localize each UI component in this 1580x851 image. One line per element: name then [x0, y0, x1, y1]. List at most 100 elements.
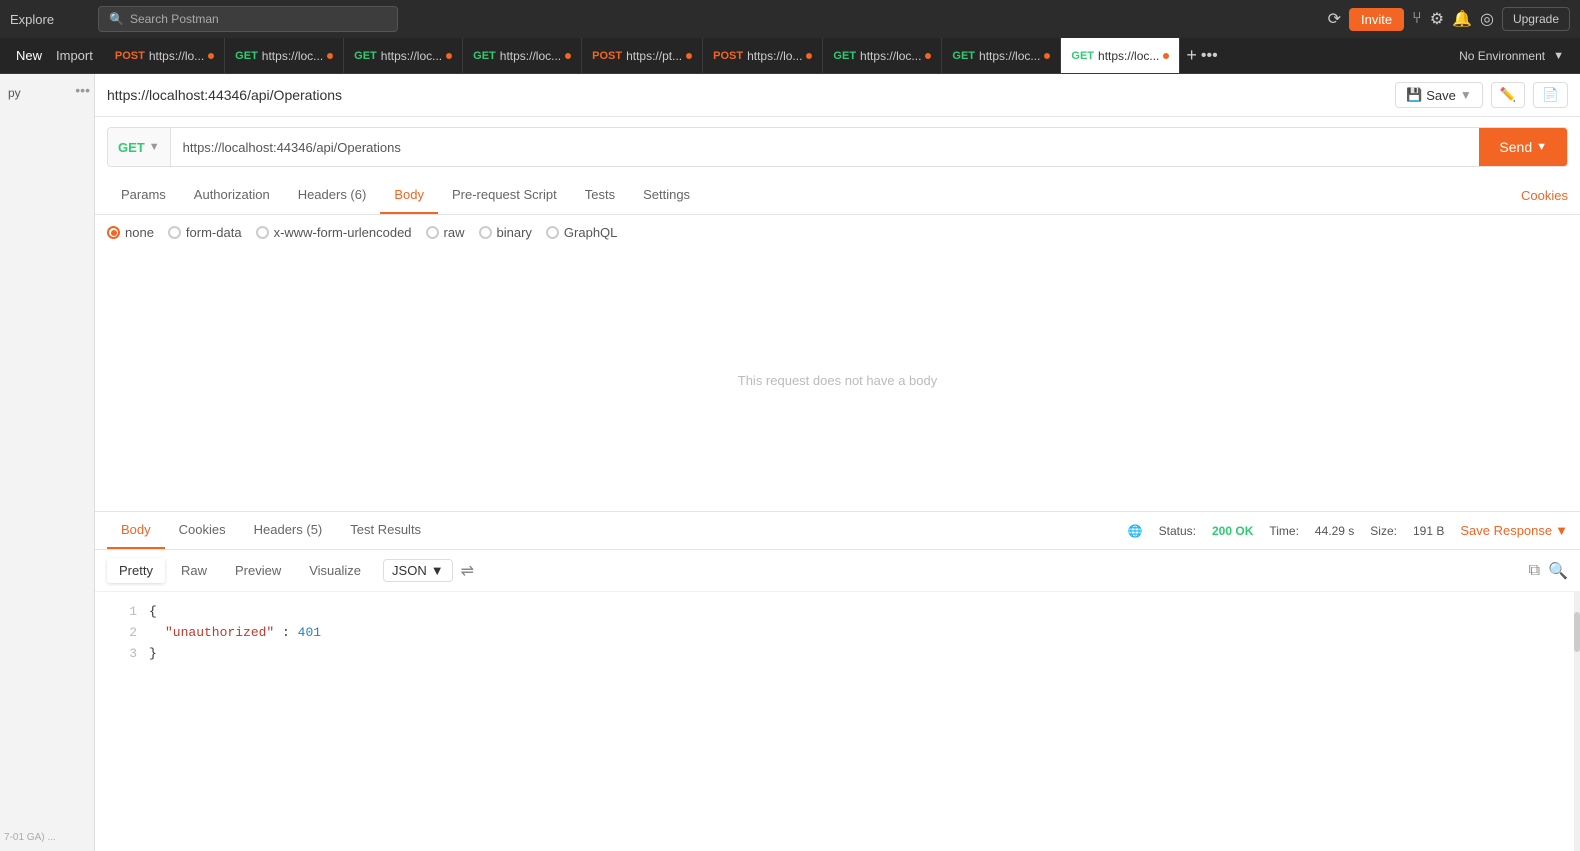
format-tab-raw[interactable]: Raw: [169, 558, 219, 583]
option-raw[interactable]: raw: [426, 225, 465, 240]
sidebar: ••• py 7-01 GA) ...: [0, 74, 95, 851]
wrap-icon[interactable]: ⇌: [461, 561, 474, 581]
tab-7[interactable]: GET https://loc...: [942, 38, 1061, 74]
scrollbar-thumb: [1574, 612, 1580, 652]
json-key-unauthorized: "unauthorized" : 401: [165, 623, 321, 644]
tab-url-1: https://loc...: [262, 49, 323, 63]
response-body: 1 { 2 "unauthorized" : 401 3 }: [95, 592, 1580, 674]
new-tab-button[interactable]: +: [1186, 45, 1197, 66]
option-urlencoded[interactable]: x-www-form-urlencoded: [256, 225, 412, 240]
option-none[interactable]: none: [107, 225, 154, 240]
option-binary-label: binary: [497, 225, 532, 240]
option-graphql[interactable]: GraphQL: [546, 225, 617, 240]
request-tabs: Params Authorization Headers (6) Body Pr…: [95, 177, 1580, 215]
code-line-2: 2 "unauthorized" : 401: [107, 623, 1568, 644]
save-response-chevron-icon: ▼: [1555, 523, 1568, 538]
tab-dot-3: [565, 53, 571, 59]
format-tab-pretty[interactable]: Pretty: [107, 558, 165, 583]
bell-icon[interactable]: 🔔: [1452, 9, 1472, 29]
status-label: Status:: [1159, 524, 1196, 538]
radio-raw: [426, 226, 439, 239]
line-num-1: 1: [107, 602, 137, 623]
response-format-bar: Pretty Raw Preview Visualize JSON ▼ ⇌ ⧉ …: [95, 550, 1580, 592]
code-line-1: 1 {: [107, 602, 1568, 623]
tab-tests[interactable]: Tests: [571, 177, 629, 214]
tab-bar: New Import POST https://lo... GET https:…: [0, 38, 1580, 74]
option-urlencoded-label: x-www-form-urlencoded: [274, 225, 412, 240]
tab-authorization[interactable]: Authorization: [180, 177, 284, 214]
copy-button[interactable]: ⧉: [1529, 561, 1540, 581]
json-format-select[interactable]: JSON ▼: [383, 559, 453, 582]
tab-settings[interactable]: Settings: [629, 177, 704, 214]
git-icon[interactable]: ⑂: [1412, 10, 1422, 28]
import-button[interactable]: Import: [50, 44, 99, 67]
sync-icon[interactable]: ⟳: [1328, 9, 1341, 29]
radio-binary: [479, 226, 492, 239]
radio-graphql: [546, 226, 559, 239]
header-actions: 💾 Save ▼ ✏️ 📄: [1395, 82, 1568, 108]
url-input[interactable]: [171, 128, 1480, 166]
request-pane: https://localhost:44346/api/Operations 💾…: [95, 74, 1580, 851]
upgrade-button[interactable]: Upgrade: [1502, 7, 1570, 31]
resp-tab-test-results[interactable]: Test Results: [336, 512, 435, 549]
edit-button[interactable]: ✏️: [1491, 82, 1526, 108]
json-format-chevron-icon: ▼: [431, 563, 444, 578]
runner-icon[interactable]: ◎: [1480, 9, 1494, 29]
tab-2[interactable]: GET https://loc...: [344, 38, 463, 74]
tab-method-8: GET: [1071, 50, 1094, 62]
tab-3[interactable]: GET https://loc...: [463, 38, 582, 74]
tab-headers[interactable]: Headers (6): [284, 177, 381, 214]
tab-4[interactable]: POST https://pt...: [582, 38, 703, 74]
radio-urlencoded: [256, 226, 269, 239]
new-button[interactable]: New: [10, 44, 48, 67]
save-button[interactable]: 💾 Save ▼: [1395, 82, 1483, 108]
line-num-2: 2: [107, 623, 137, 644]
tab-method-6: GET: [833, 50, 856, 62]
tab-dot-1: [327, 53, 333, 59]
search-bar[interactable]: 🔍 Search Postman: [98, 6, 398, 32]
tab-6[interactable]: GET https://loc...: [823, 38, 942, 74]
tab-prerequest[interactable]: Pre-request Script: [438, 177, 571, 214]
tab-url-4: https://pt...: [626, 49, 682, 63]
resp-tab-cookies[interactable]: Cookies: [165, 512, 240, 549]
resp-tab-headers[interactable]: Headers (5): [240, 512, 337, 549]
format-tab-preview[interactable]: Preview: [223, 558, 293, 583]
tab-5[interactable]: POST https://lo...: [703, 38, 823, 74]
search-response-button[interactable]: 🔍: [1548, 561, 1568, 581]
settings-icon[interactable]: ⚙: [1430, 9, 1444, 29]
body-options: none form-data x-www-form-urlencoded raw…: [95, 215, 1580, 250]
environment-chevron[interactable]: ▼: [1553, 50, 1564, 62]
tab-body[interactable]: Body: [380, 177, 438, 214]
tab-1[interactable]: GET https://loc...: [225, 38, 344, 74]
option-binary[interactable]: binary: [479, 225, 532, 240]
response-scrollbar[interactable]: [1574, 592, 1580, 851]
invite-button[interactable]: Invite: [1349, 8, 1404, 31]
tab-0[interactable]: POST https://lo...: [105, 38, 225, 74]
cookies-link[interactable]: Cookies: [1521, 188, 1568, 203]
response-tabs: Body Cookies Headers (5) Test Results 🌐 …: [95, 512, 1580, 550]
doc-button[interactable]: 📄: [1533, 82, 1568, 108]
code-line-3: 3 }: [107, 644, 1568, 665]
format-tab-visualize[interactable]: Visualize: [297, 558, 373, 583]
status-value: 200 OK: [1212, 524, 1253, 538]
tab-dot-4: [686, 53, 692, 59]
tab-8-active[interactable]: GET https://loc...: [1061, 38, 1180, 74]
sidebar-version: 7-01 GA) ...: [4, 832, 90, 843]
send-button[interactable]: Send ▼: [1479, 128, 1567, 166]
save-response-button[interactable]: Save Response ▼: [1460, 523, 1568, 538]
method-select[interactable]: GET ▼: [108, 128, 171, 166]
more-tabs-button[interactable]: •••: [1201, 47, 1218, 65]
option-form-data[interactable]: form-data: [168, 225, 242, 240]
json-close-brace: }: [149, 644, 157, 665]
sidebar-dots-icon[interactable]: •••: [75, 82, 90, 98]
tab-method-4: POST: [592, 50, 622, 62]
tab-dot-0: [208, 53, 214, 59]
tab-params[interactable]: Params: [107, 177, 180, 214]
send-chevron-icon: ▼: [1536, 141, 1547, 153]
tab-dot-7: [1044, 53, 1050, 59]
resp-tab-body[interactable]: Body: [107, 512, 165, 549]
option-form-data-label: form-data: [186, 225, 242, 240]
tab-method-1: GET: [235, 50, 258, 62]
time-label: Time:: [1269, 524, 1299, 538]
json-open-brace: {: [149, 602, 157, 623]
